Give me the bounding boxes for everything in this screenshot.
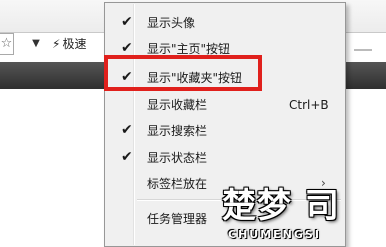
menu-item-label: 标签栏放在 [147, 177, 208, 191]
menu-item-show-search-bar[interactable]: ✔ 显示搜索栏 [107, 118, 343, 144]
checkmark-icon: ✔ [121, 149, 133, 165]
checkmark-icon: ✔ [121, 40, 133, 56]
chevron-down-icon[interactable]: ▼ [25, 33, 47, 55]
menu-item-show-avatar[interactable]: ✔ 显示头像 [107, 10, 343, 36]
watermark-logo: 楚梦 司 CHUMENGSI [222, 186, 386, 247]
menu-item-label: 任务管理器 [147, 212, 208, 226]
watermark-text: 楚梦 司 [222, 186, 340, 226]
menu-item-show-status-bar[interactable]: ✔ 显示状态栏 [107, 145, 343, 171]
lightning-icon: ⚡ [52, 37, 61, 51]
menu-item-label: 显示搜索栏 [147, 124, 208, 138]
highlight-annotation-box [104, 55, 262, 91]
checkmark-icon: ✔ [121, 14, 133, 30]
toolbar-right-area [344, 40, 386, 56]
menu-item-label: 显示收藏栏 [147, 98, 208, 112]
watermark-subtext: CHUMENGSI [228, 228, 321, 241]
speed-mode-button[interactable]: ⚡ 极速 [52, 33, 86, 55]
menu-item-label: 显示状态栏 [147, 151, 208, 165]
speed-mode-label: 极速 [62, 37, 87, 51]
menu-item-show-favorites-bar[interactable]: 显示收藏栏 Ctrl+B [107, 92, 343, 118]
shortcut-label: Ctrl+B [289, 98, 329, 112]
checkmark-icon: ✔ [121, 122, 133, 138]
favorite-star-button[interactable]: ☆ [0, 33, 14, 55]
menu-item-label: 显示头像 [147, 16, 196, 30]
